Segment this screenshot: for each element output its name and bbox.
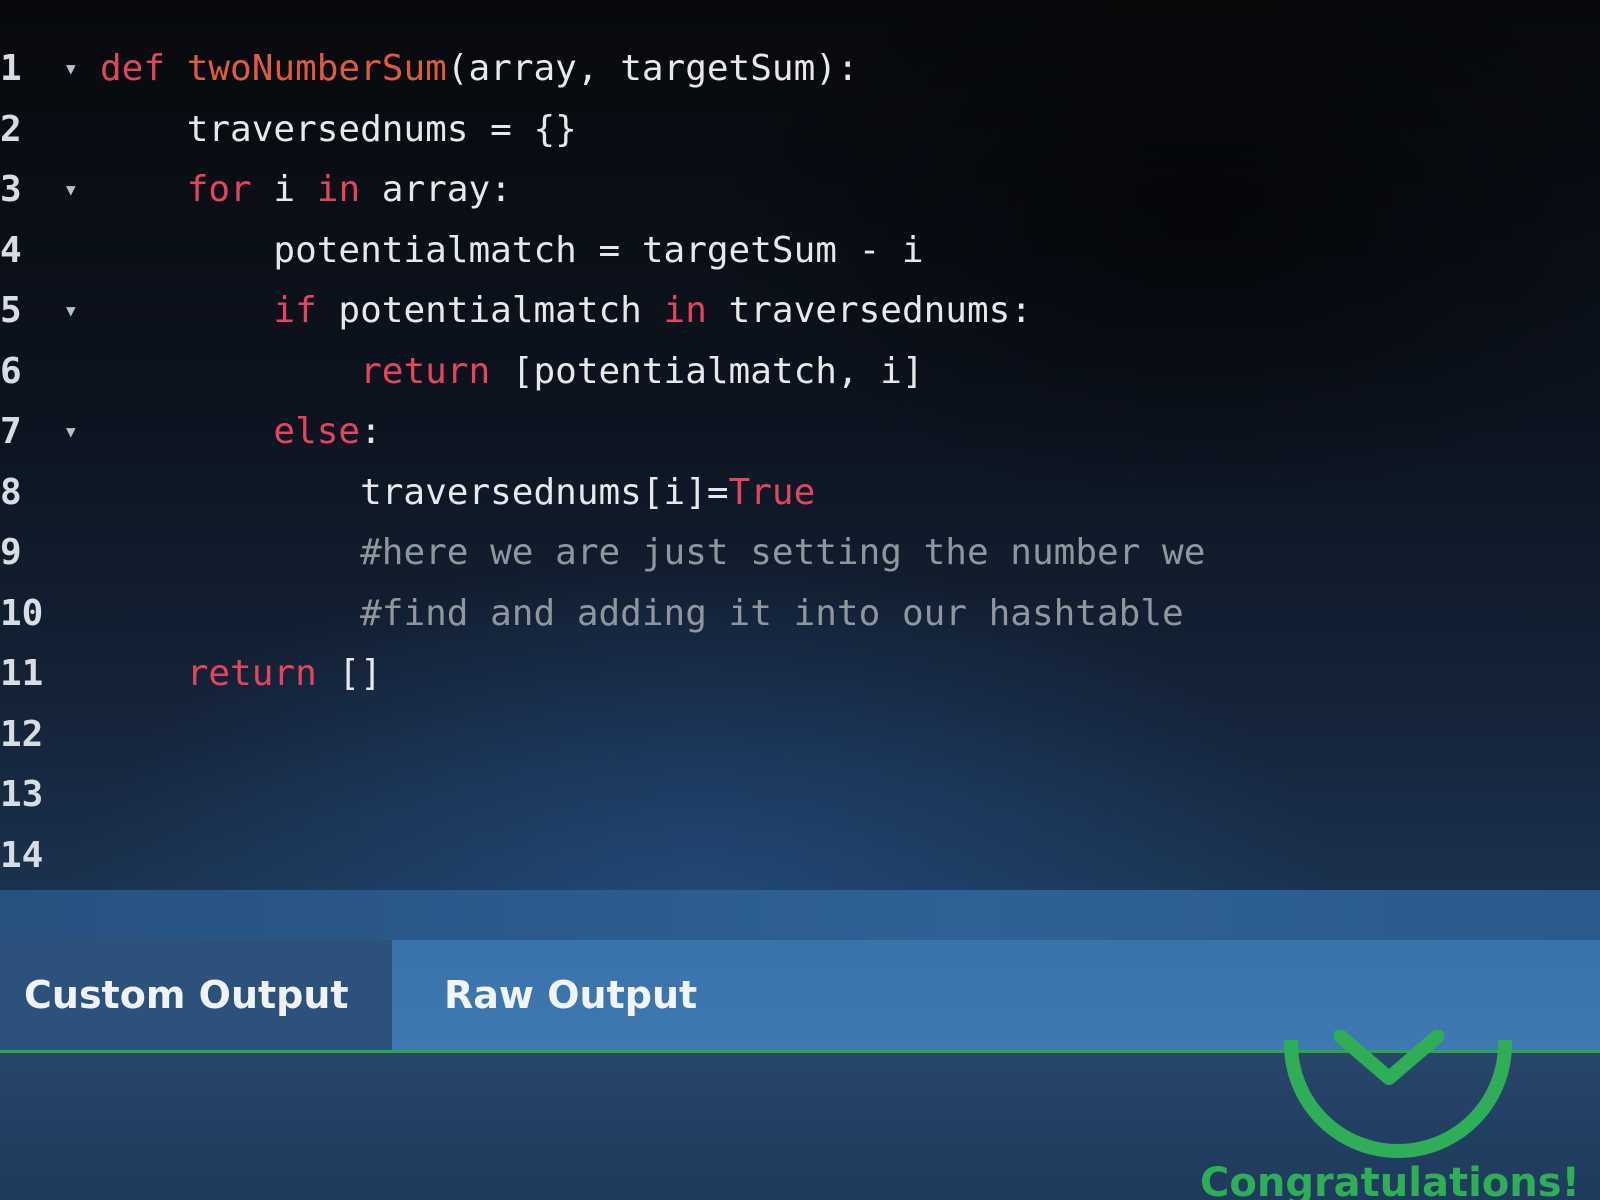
line-number: 12: [0, 713, 44, 755]
line-number: 3: [0, 169, 22, 210]
tab-custom-output[interactable]: Custom Output: [0, 940, 392, 1050]
function-name-token: twoNumberSum: [186, 48, 447, 89]
code-line[interactable]: 8 traversednums[i]=True: [0, 464, 1600, 522]
keyword-token: in: [663, 290, 707, 331]
code-token: []: [316, 653, 382, 694]
check-mark-icon: [1334, 1030, 1444, 1085]
tab-raw-output[interactable]: Raw Output: [420, 940, 721, 1050]
code-editor[interactable]: 1 ▼ def twoNumberSum(array, targetSum): 2 t…: [0, 40, 1600, 900]
line-number: 13: [0, 774, 44, 815]
line-number: 9: [0, 532, 22, 573]
line-number: 2: [0, 108, 22, 150]
line-number: 1: [0, 48, 22, 89]
code-line[interactable]: 14: [0, 827, 1600, 885]
code-text: traversednums = {}: [100, 101, 577, 159]
code-token: [potentialmatch, i]: [490, 350, 924, 392]
code-line[interactable]: 3 ▼ for i in array:: [0, 161, 1600, 219]
keyword-token: for: [186, 169, 252, 210]
code-line[interactable]: 2 traversednums = {}: [0, 101, 1600, 159]
fold-arrow-icon[interactable]: ▼: [66, 40, 76, 98]
fold-arrow-icon[interactable]: ▼: [66, 161, 76, 219]
code-token: traversednums = {}: [100, 108, 577, 150]
screen: 1 ▼ def twoNumberSum(array, targetSum): 2 t…: [0, 0, 1600, 1200]
line-number: 7: [0, 411, 22, 452]
code-token: array:: [360, 169, 512, 210]
code-text: if potentialmatch in traversednums:: [100, 282, 1032, 340]
line-number: 5: [0, 290, 22, 331]
code-token: :: [360, 411, 382, 452]
line-number: 6: [0, 350, 22, 392]
line-number: 11: [0, 653, 44, 694]
fold-arrow-icon[interactable]: ▼: [66, 403, 76, 461]
code-line[interactable]: 12: [0, 706, 1600, 764]
code-token: potentialmatch = targetSum - i: [100, 229, 924, 271]
constant-token: True: [728, 471, 816, 513]
code-line[interactable]: 10 #find and adding it into our hashtabl…: [0, 585, 1600, 643]
code-text: def twoNumberSum(array, targetSum):: [100, 40, 859, 98]
code-line[interactable]: 1 ▼ def twoNumberSum(array, targetSum):: [0, 40, 1600, 98]
keyword-token: def: [100, 48, 187, 89]
code-text: for i in array:: [100, 161, 512, 219]
comment-token: #here we are just setting the number we: [360, 532, 1206, 573]
code-token: i: [251, 169, 317, 210]
success-message: Congratulations!: [1200, 1160, 1580, 1200]
keyword-token: if: [273, 290, 317, 331]
fold-arrow-icon[interactable]: ▼: [66, 282, 76, 340]
code-line[interactable]: 11 return []: [0, 645, 1600, 703]
line-number: 10: [0, 592, 44, 634]
line-number: 8: [0, 471, 22, 513]
keyword-token: return: [186, 653, 317, 694]
code-token: potentialmatch: [316, 290, 664, 331]
keyword-token: return: [360, 350, 491, 392]
code-text: else:: [100, 403, 382, 461]
code-token: traversednums[i]=: [100, 471, 729, 513]
code-line[interactable]: 6 return [potentialmatch, i]: [0, 343, 1600, 401]
code-line[interactable]: 13: [0, 766, 1600, 824]
code-text: #find and adding it into our hashtable: [100, 585, 1184, 643]
code-line[interactable]: 5 ▼ if potentialmatch in traversednums:: [0, 282, 1600, 340]
code-line[interactable]: 9 #here we are just setting the number w…: [0, 524, 1600, 582]
code-text: #here we are just setting the number we: [100, 524, 1205, 582]
code-line[interactable]: 4 potentialmatch = targetSum - i: [0, 222, 1600, 280]
code-token: traversednums:: [706, 290, 1032, 331]
code-line[interactable]: 7 ▼ else:: [0, 403, 1600, 461]
keyword-token: in: [316, 169, 361, 210]
line-number: 14: [0, 834, 44, 876]
comment-token: #find and adding it into our hashtable: [360, 592, 1184, 634]
code-token: (array, targetSum):: [446, 48, 859, 89]
keyword-token: else: [273, 411, 361, 452]
code-text: traversednums[i]=True: [100, 464, 815, 522]
code-text: return [potentialmatch, i]: [100, 343, 924, 401]
code-text: return []: [100, 645, 382, 703]
code-text: potentialmatch = targetSum - i: [100, 222, 924, 280]
line-number: 4: [0, 229, 22, 271]
